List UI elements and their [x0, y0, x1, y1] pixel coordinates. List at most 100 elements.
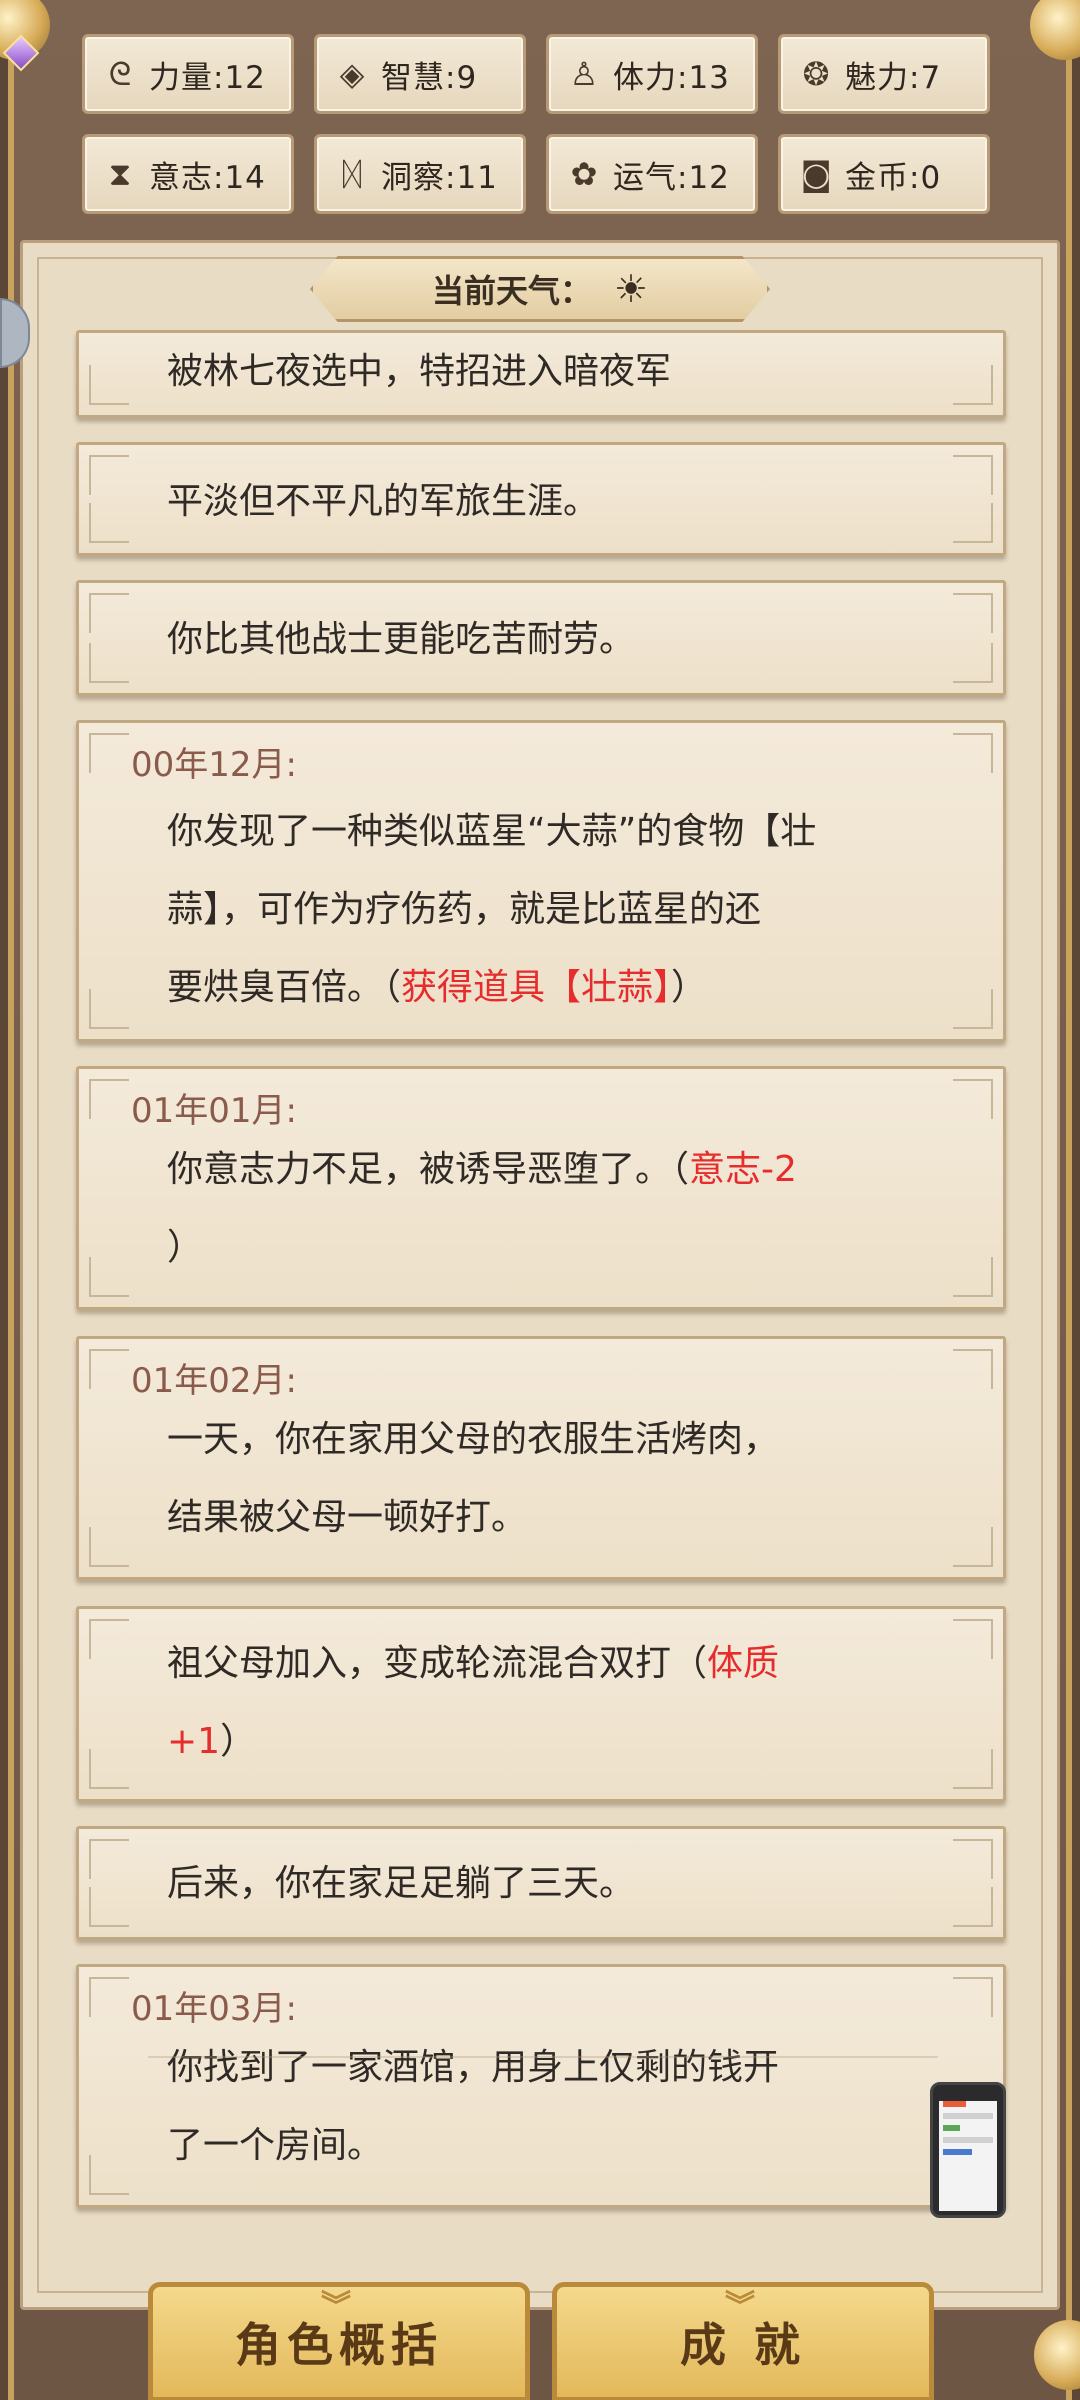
achievements-button[interactable]: ︾ 成 就 — [552, 2282, 934, 2400]
stat-insight[interactable]: ᛞ 洞察:11 — [314, 134, 526, 214]
stat-label: 智慧:9 — [381, 59, 478, 96]
phone-shortcut-icon[interactable] — [930, 2082, 1006, 2218]
event-line: 祖父母加入，变成轮流混合双打（体质 — [167, 1625, 923, 1703]
corner-ornament-icon — [953, 1887, 993, 1927]
corner-ornament-icon — [89, 643, 129, 683]
phone-bar — [943, 2149, 972, 2155]
stats-grid: ᘓ 力量:12 ◈ 智慧:9 ♙ 体力:13 ❂ 魅力:7 ⧗ 意志:14 ᛞ 洞察:11 … — [82, 34, 998, 214]
event-text-part: ） — [671, 967, 708, 1008]
corner-ornament-icon — [89, 989, 129, 1029]
sun-icon: ☀ — [613, 267, 649, 311]
item-reward-text: 获得道具【壮蒜】 — [401, 967, 672, 1008]
event-text: 祖父母加入，变成轮流混合双打（体质 +1） — [167, 1625, 923, 1781]
stat-label: 洞察:11 — [381, 159, 498, 196]
stat-luck[interactable]: ✿ 运气:12 — [546, 134, 758, 214]
corner-ornament-icon — [89, 2155, 129, 2195]
stat-will[interactable]: ⧗ 意志:14 — [82, 134, 294, 214]
corner-ornament-icon — [89, 1749, 129, 1789]
event-text: 你发现了一种类似蓝星“大蒜”的食物【壮 蒜】，可作为疗伤药，就是比蓝星的还 要烘… — [167, 793, 923, 1027]
charm-icon: ❂ — [802, 55, 830, 93]
event-line: 你发现了一种类似蓝星“大蒜”的食物【壮 — [167, 811, 817, 852]
event-text: 平淡但不平凡的军旅生涯。 — [167, 481, 600, 522]
event-line: 蒜】，可作为疗伤药，就是比蓝星的还 — [167, 889, 762, 930]
stat-label: 意志:14 — [149, 159, 266, 196]
chevron-down-icon: ︾ — [321, 2289, 357, 2324]
stat-charm[interactable]: ❂ 魅力:7 — [778, 34, 990, 114]
phone-screen — [939, 2101, 997, 2211]
corner-ornament-icon — [89, 1349, 129, 1389]
event-line: 一天，你在家用父母的衣服生活烤肉， — [167, 1419, 780, 1460]
event-line: +1） — [167, 1703, 923, 1781]
stat-stamina[interactable]: ♙ 体力:13 — [546, 34, 758, 114]
corner-ornament-icon — [953, 503, 993, 543]
event-text: 被林七夜选中，特招进入暗夜军 — [167, 351, 672, 392]
event-card: 被林七夜选中，特招进入暗夜军 — [76, 330, 1006, 418]
stat-label: 体力:13 — [613, 59, 730, 96]
stat-label: 运气:12 — [613, 159, 730, 196]
event-text-part: 祖父母加入，变成轮流混合双打（ — [167, 1643, 708, 1684]
stamina-figure-icon: ♙ — [569, 55, 599, 93]
corner-ornament-icon — [953, 1527, 993, 1567]
corner-ornament-icon — [953, 455, 993, 495]
corner-ornament-icon — [953, 1839, 993, 1879]
corner-ornament-icon — [89, 1839, 129, 1879]
corner-ornament-icon — [89, 1619, 129, 1659]
event-date: 01年03月: — [131, 1989, 297, 2029]
weather-label: 当前天气： — [431, 272, 592, 310]
event-card: 00年12月: 你发现了一种类似蓝星“大蒜”的食物【壮 蒜】，可作为疗伤药，就是… — [76, 720, 1006, 1042]
stat-change-text: 体质 — [707, 1643, 780, 1684]
event-card: 平淡但不平凡的军旅生涯。 — [76, 442, 1006, 556]
corner-ornament-icon — [953, 989, 993, 1029]
corner-ornament-icon — [89, 1527, 129, 1567]
phone-bar — [943, 2137, 993, 2143]
stat-change-text: 意志-2 — [689, 1149, 797, 1190]
event-text: 你意志力不足，被诱导恶堕了。（意志-2 ） — [167, 1131, 923, 1287]
corner-ornament-icon — [89, 365, 129, 405]
stat-wisdom[interactable]: ◈ 智慧:9 — [314, 34, 526, 114]
stat-label: 力量:12 — [149, 59, 266, 96]
strength-arm-icon: ᘓ — [108, 54, 132, 93]
will-hourglass-icon: ⧗ — [108, 154, 132, 193]
event-date: 01年02月: — [131, 1361, 297, 1401]
event-text-part: 你意志力不足，被诱导恶堕了。（ — [167, 1149, 690, 1190]
corner-ornament-icon — [953, 1079, 993, 1119]
corner-ornament-icon — [953, 733, 993, 773]
character-summary-button[interactable]: ︾ 角色概括 — [148, 2282, 530, 2400]
corner-ornament-icon — [953, 1349, 993, 1389]
gold-coin-icon: ◙ — [800, 155, 832, 193]
event-date: 01年01月: — [131, 1091, 297, 1131]
panel-footer-ornament — [148, 2056, 938, 2136]
event-line: 结果被父母一顿好打。 — [167, 1497, 528, 1538]
event-date: 00年12月: — [131, 745, 297, 785]
stat-label: 金币:0 — [845, 159, 942, 196]
event-line: ） — [167, 1227, 204, 1268]
event-text-part: ） — [220, 1721, 257, 1762]
corner-ornament-icon — [89, 1079, 129, 1119]
event-card: 01年01月: 你意志力不足，被诱导恶堕了。（意志-2 ） — [76, 1066, 1006, 1310]
corner-ornament-icon — [953, 1749, 993, 1789]
weather-banner: 当前天气： ☀ — [310, 256, 770, 322]
stat-gold[interactable]: ◙ 金币:0 — [778, 134, 990, 214]
event-line: 你意志力不足，被诱导恶堕了。（意志-2 — [167, 1131, 923, 1209]
corner-ornament-icon — [89, 1257, 129, 1297]
corner-ornament-icon — [89, 503, 129, 543]
corner-ornament-icon — [953, 1257, 993, 1297]
stat-strength[interactable]: ᘓ 力量:12 — [82, 34, 294, 114]
corner-ornament-icon — [89, 1887, 129, 1927]
event-card: 后来，你在家足足躺了三天。 — [76, 1826, 1006, 1940]
event-line: 要烘臭百倍。（获得道具【壮蒜】） — [167, 949, 923, 1027]
event-text-part: 要烘臭百倍。（ — [167, 967, 402, 1008]
corner-ornament-icon — [953, 643, 993, 683]
insight-dragon-icon: ᛞ — [342, 155, 362, 193]
corner-ornament-icon — [89, 1977, 129, 2017]
stat-change-text: +1 — [167, 1721, 221, 1762]
event-text: 一天，你在家用父母的衣服生活烤肉， 结果被父母一顿好打。 — [167, 1401, 923, 1557]
event-card: 祖父母加入，变成轮流混合双打（体质 +1） — [76, 1606, 1006, 1802]
luck-flower-icon: ✿ — [570, 155, 598, 193]
corner-ornament-icon — [89, 455, 129, 495]
event-text: 你比其他战士更能吃苦耐劳。 — [167, 619, 636, 660]
corner-ornament-icon — [953, 1619, 993, 1659]
wisdom-book-icon: ◈ — [339, 55, 365, 93]
event-card: 01年02月: 一天，你在家用父母的衣服生活烤肉， 结果被父母一顿好打。 — [76, 1336, 1006, 1580]
phone-bar — [943, 2125, 961, 2131]
